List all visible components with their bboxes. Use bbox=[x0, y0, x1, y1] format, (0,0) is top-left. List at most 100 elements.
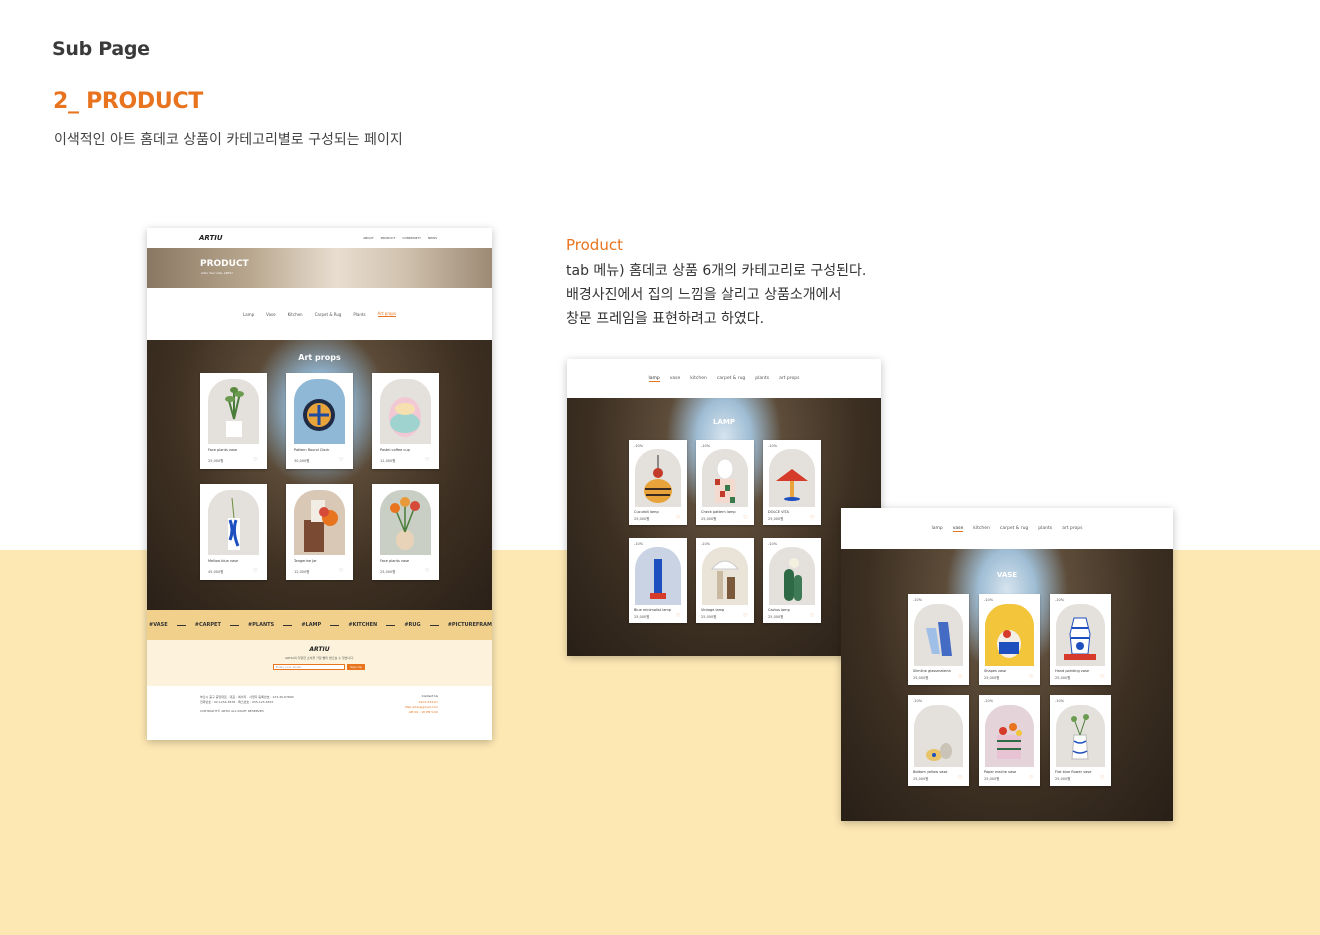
newsletter-section: ARTIU ARTIU의 다양한 소식을 가장 빨리 받으실 수 있습니다. E… bbox=[147, 640, 492, 686]
heart-icon[interactable]: ♡ bbox=[425, 568, 429, 574]
product-price: 45,000원 bbox=[208, 570, 224, 574]
product-price: 25,000원 bbox=[984, 676, 1000, 680]
product-image bbox=[702, 547, 748, 605]
product-card[interactable]: -10% Shapes vase 25,000원 ♡ bbox=[979, 594, 1040, 685]
tab-lamp[interactable]: Lamp bbox=[243, 312, 254, 317]
product-image bbox=[769, 547, 815, 605]
tab-kitchen[interactable]: Kitchen bbox=[288, 312, 303, 317]
nav-item-community[interactable]: COMMUNITY bbox=[402, 236, 421, 240]
product-card[interactable]: -10% Paper mache vase 25,000원 ♡ bbox=[979, 695, 1040, 786]
footer-hours: AM 09 - 18 PM 5:00 bbox=[408, 710, 438, 714]
footer-email[interactable]: Mail.Artiu@gmail.com bbox=[405, 705, 438, 709]
product-price: 25,000원 bbox=[768, 517, 784, 521]
section-title: Art props bbox=[298, 353, 341, 362]
product-name: Tangerine Jar bbox=[294, 559, 317, 563]
product-card[interactable]: -10% Cucurbit lamp 25,000원 ♡ bbox=[629, 440, 687, 525]
newsletter-text: ARTIU의 다양한 소식을 가장 빨리 받으실 수 있습니다. bbox=[285, 656, 354, 660]
tab-lamp[interactable]: lamp bbox=[648, 376, 660, 382]
tab-carpet-rug[interactable]: carpet & rug bbox=[1000, 526, 1028, 531]
newsletter-logo: ARTIU bbox=[309, 646, 330, 653]
footer-address: 부산시 중구 중앙대로 · 대표 : 에이티 · 사업자 등록번호 : 123-… bbox=[200, 695, 294, 699]
tab-vase[interactable]: vase bbox=[952, 526, 964, 532]
product-card[interactable]: Pastel coffee cup 12,000원 ♡ bbox=[372, 373, 439, 469]
heart-icon[interactable]: ♡ bbox=[425, 457, 429, 463]
discount-badge: -10% bbox=[1055, 699, 1065, 703]
product-card[interactable]: -10% Check pattern lamp 25,000원 ♡ bbox=[696, 440, 754, 525]
tab-plants[interactable]: Plants bbox=[353, 312, 365, 317]
heart-icon[interactable]: ♡ bbox=[253, 568, 257, 574]
tab-kitchen[interactable]: kitchen bbox=[973, 526, 990, 531]
heart-icon[interactable]: ♡ bbox=[676, 515, 680, 521]
heart-icon[interactable]: ♡ bbox=[676, 613, 680, 619]
product-desc-line: 배경사진에서 집의 느낌을 살리고 상품소개에서 bbox=[566, 287, 842, 303]
banner-subtitle: Artiu Your Life, ARTIU bbox=[201, 271, 233, 275]
product-banner: PRODUCT Artiu Your Life, ARTIU bbox=[147, 248, 492, 288]
product-scene: LAMP -10% Cucurbit lamp 25,000원 ♡ -10% C… bbox=[567, 398, 881, 656]
footer-phone[interactable]: 0101-234-67 bbox=[419, 700, 438, 704]
heart-icon[interactable]: ♡ bbox=[1100, 775, 1104, 781]
hashtag[interactable]: #PLANTS bbox=[248, 622, 274, 628]
product-card[interactable]: -10% Cactus lamp 25,000원 ♡ bbox=[763, 538, 821, 623]
product-image bbox=[1056, 705, 1105, 767]
heart-icon[interactable]: ♡ bbox=[339, 568, 343, 574]
heart-icon[interactable]: ♡ bbox=[1100, 674, 1104, 680]
tab-kitchen[interactable]: kitchen bbox=[690, 376, 707, 381]
heart-icon[interactable]: ♡ bbox=[253, 457, 257, 463]
discount-badge: -10% bbox=[1055, 598, 1065, 602]
heart-icon[interactable]: ♡ bbox=[743, 613, 747, 619]
heart-icon[interactable]: ♡ bbox=[810, 515, 814, 521]
nav-item-about[interactable]: ABOUT bbox=[363, 236, 373, 240]
product-card[interactable]: Face plants vase 25,000원 ♡ bbox=[372, 484, 439, 580]
tab-vase[interactable]: vase bbox=[670, 376, 681, 381]
product-card[interactable]: -10% DOLCE VITA 25,000원 ♡ bbox=[763, 440, 821, 525]
discount-badge: -10% bbox=[768, 444, 778, 448]
product-card[interactable]: Tangerine Jar 12,000원 ♡ bbox=[286, 484, 353, 580]
nav-item-news[interactable]: NEWS bbox=[428, 236, 437, 240]
heart-icon[interactable]: ♡ bbox=[743, 515, 747, 521]
footer: 부산시 중구 중앙대로 · 대표 : 에이티 · 사업자 등록번호 : 123-… bbox=[147, 686, 492, 740]
hashtag[interactable]: #CARPET bbox=[195, 622, 221, 628]
tab-vase[interactable]: Vase bbox=[266, 312, 275, 317]
product-name: Check pattern lamp bbox=[701, 510, 736, 514]
logo[interactable]: ARTIU bbox=[199, 234, 223, 242]
hashtag[interactable]: #VASE bbox=[149, 622, 168, 628]
tab-lamp[interactable]: lamp bbox=[932, 526, 943, 531]
product-price: 25,000원 bbox=[701, 615, 717, 619]
tab-carpet-rug[interactable]: Carpet & Rug bbox=[315, 312, 342, 317]
discount-badge: -10% bbox=[701, 444, 711, 448]
sign-up-button[interactable]: Sign Up bbox=[347, 664, 365, 670]
hashtag[interactable]: #LAMP bbox=[301, 622, 321, 628]
heart-icon[interactable]: ♡ bbox=[958, 674, 962, 680]
heart-icon[interactable]: ♡ bbox=[958, 775, 962, 781]
product-card[interactable]: -10% Blue minimalist lamp 25,000원 ♡ bbox=[629, 538, 687, 623]
email-field[interactable]: Enter your email bbox=[273, 664, 345, 670]
tab-art-props[interactable]: art props bbox=[779, 376, 799, 381]
product-name: Flat blue flower vase bbox=[1055, 770, 1092, 774]
tab-art-props[interactable]: art props bbox=[1062, 526, 1082, 531]
nav-item-product[interactable]: PRODUCT bbox=[381, 236, 396, 240]
heart-icon[interactable]: ♡ bbox=[1029, 674, 1033, 680]
tab-plants[interactable]: plants bbox=[1038, 526, 1052, 531]
product-card[interactable]: -10% Flat blue flower vase 25,000원 ♡ bbox=[1050, 695, 1111, 786]
product-card[interactable]: -10% Bottom yellow vase 25,000원 ♡ bbox=[908, 695, 969, 786]
heart-icon[interactable]: ♡ bbox=[1029, 775, 1033, 781]
tab-carpet-rug[interactable]: carpet & rug bbox=[717, 376, 745, 381]
product-card[interactable]: -10% Hand painting vase 25,000원 ♡ bbox=[1050, 594, 1111, 685]
product-name: Face plants vase bbox=[208, 448, 238, 452]
product-card[interactable]: Face plants vase 25,000원 ♡ bbox=[200, 373, 267, 469]
product-card[interactable]: -10% Vintage lamp 25,000원 ♡ bbox=[696, 538, 754, 623]
tab-art-props[interactable]: Art props bbox=[377, 311, 396, 317]
product-name: Shapes vase bbox=[984, 669, 1007, 673]
product-name: Paper mache vase bbox=[984, 770, 1017, 774]
heart-icon[interactable]: ♡ bbox=[810, 613, 814, 619]
product-card[interactable]: Mellow blue vase 45,000원 ♡ bbox=[200, 484, 267, 580]
heart-icon[interactable]: ♡ bbox=[339, 457, 343, 463]
tab-plants[interactable]: plants bbox=[755, 376, 769, 381]
hashtag[interactable]: #RUG bbox=[404, 622, 420, 628]
product-name: DOLCE VITA bbox=[768, 510, 789, 514]
product-card[interactable]: -10% Slimline glassmateria 25,000원 ♡ bbox=[908, 594, 969, 685]
hashtag[interactable]: #KITCHEN bbox=[348, 622, 377, 628]
hashtag[interactable]: #PICTUREFRAM bbox=[448, 622, 492, 628]
discount-badge: -10% bbox=[913, 699, 923, 703]
product-card[interactable]: Pattern Round Clock 30,000원 ♡ bbox=[286, 373, 353, 469]
